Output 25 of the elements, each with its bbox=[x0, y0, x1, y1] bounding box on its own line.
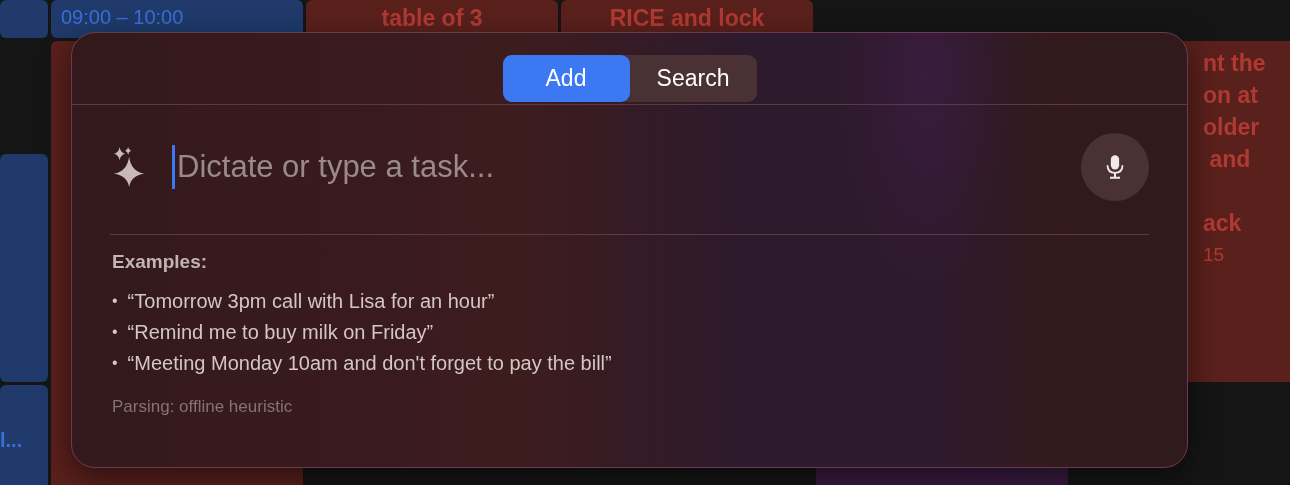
example-text: “Remind me to buy milk on Friday” bbox=[127, 320, 434, 344]
bullet: • bbox=[112, 353, 118, 373]
examples-heading: Examples: bbox=[112, 251, 209, 273]
event-text: table of 3 bbox=[381, 4, 483, 33]
event-text: on at bbox=[1203, 81, 1259, 110]
task-input[interactable]: Dictate or type a task... bbox=[172, 145, 1081, 189]
parsing-status: Parsing: offline heuristic bbox=[112, 397, 294, 417]
event-text: l... bbox=[0, 427, 24, 453]
event-text: ack bbox=[1203, 209, 1243, 238]
bullet: • bbox=[112, 322, 118, 342]
tab[interactable]: Search bbox=[629, 55, 757, 102]
example-text: “Tomorrow 3pm call with Lisa for an hour” bbox=[127, 289, 495, 313]
microphone-icon bbox=[1105, 153, 1125, 181]
example-text: “Meeting Monday 10am and don't forget to pay the bill” bbox=[127, 351, 612, 375]
event-text: 15 bbox=[1203, 243, 1226, 267]
event-card[interactable]: l... bbox=[0, 385, 48, 485]
tab[interactable]: Add bbox=[502, 55, 630, 102]
event-card[interactable] bbox=[0, 0, 48, 38]
event-text: 09:00 – 10:00 bbox=[61, 5, 185, 30]
bullet: • bbox=[112, 291, 118, 311]
event-card[interactable] bbox=[0, 154, 48, 382]
event-text: nt the bbox=[1203, 49, 1267, 78]
event-text: RICE and lock bbox=[609, 4, 765, 33]
event-text: and bbox=[1208, 145, 1252, 174]
event-text: older bbox=[1203, 113, 1261, 142]
